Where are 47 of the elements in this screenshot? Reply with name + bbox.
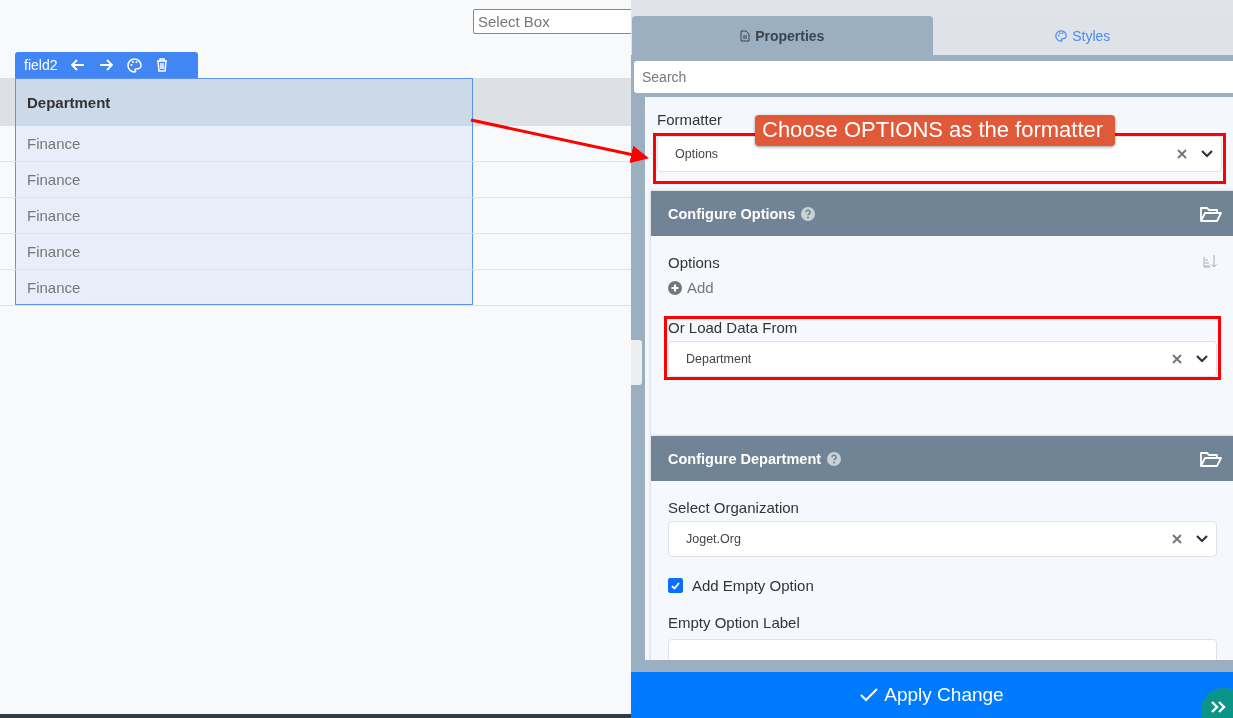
table-cell: Finance	[15, 162, 473, 197]
plus-circle-icon	[668, 280, 682, 295]
arrow-right-icon[interactable]	[99, 59, 114, 71]
section-title: Configure Department	[668, 450, 822, 467]
apply-change-button[interactable]: Apply Change	[631, 672, 1233, 718]
check-icon	[860, 688, 879, 702]
folder-icon[interactable]	[1200, 450, 1222, 467]
field-label: Or Load Data From	[668, 319, 799, 336]
chevron-down-icon[interactable]	[1201, 150, 1213, 158]
double-chevron-icon	[1211, 701, 1227, 713]
checkbox-label: Add Empty Option	[692, 577, 814, 594]
field-label: Select Organization	[668, 499, 800, 516]
arrow-left-icon[interactable]	[71, 59, 86, 71]
search-field[interactable]: Search	[634, 61, 1233, 93]
document-icon	[740, 29, 751, 42]
select-field[interactable]: Joget.Org	[668, 521, 1217, 557]
field-name: field2	[24, 57, 58, 73]
clear-icon[interactable]	[1172, 354, 1182, 364]
table-cell: Finance	[15, 126, 473, 161]
trash-icon[interactable]	[156, 58, 169, 72]
select-box-field[interactable]: Select Box	[473, 9, 631, 34]
section-title: Configure Options	[668, 205, 796, 222]
select-field[interactable]: Department	[668, 341, 1217, 377]
help-icon[interactable]	[827, 451, 842, 466]
table-cell: Finance	[15, 270, 473, 305]
field-label: Options	[668, 254, 720, 271]
folder-icon[interactable]	[1200, 205, 1222, 222]
clear-icon[interactable]	[1172, 534, 1182, 544]
table-cell: Finance	[15, 234, 473, 269]
chevron-down-icon[interactable]	[1196, 535, 1208, 543]
field-label: Formatter	[657, 111, 723, 128]
column-header: Department	[15, 78, 473, 126]
help-icon[interactable]	[801, 206, 816, 221]
panel-tab[interactable]: Properties	[632, 16, 933, 55]
clear-icon[interactable]	[1177, 149, 1187, 159]
table-cell: Finance	[15, 198, 473, 233]
palette-icon	[1055, 29, 1068, 42]
add-option-button[interactable]: Add	[668, 279, 714, 296]
section-header[interactable]: Configure Options	[651, 191, 1233, 236]
palette-icon[interactable]	[127, 57, 143, 73]
checkbox[interactable]	[668, 578, 683, 593]
section-header[interactable]: Configure Department	[651, 436, 1233, 481]
chevron-down-icon[interactable]	[1196, 355, 1208, 363]
field-label: Empty Option Label	[668, 614, 801, 631]
annotation-tooltip: Choose OPTIONS as the formatter	[755, 115, 1116, 146]
checkmark-icon	[671, 581, 680, 590]
resize-handle[interactable]	[631, 340, 642, 385]
